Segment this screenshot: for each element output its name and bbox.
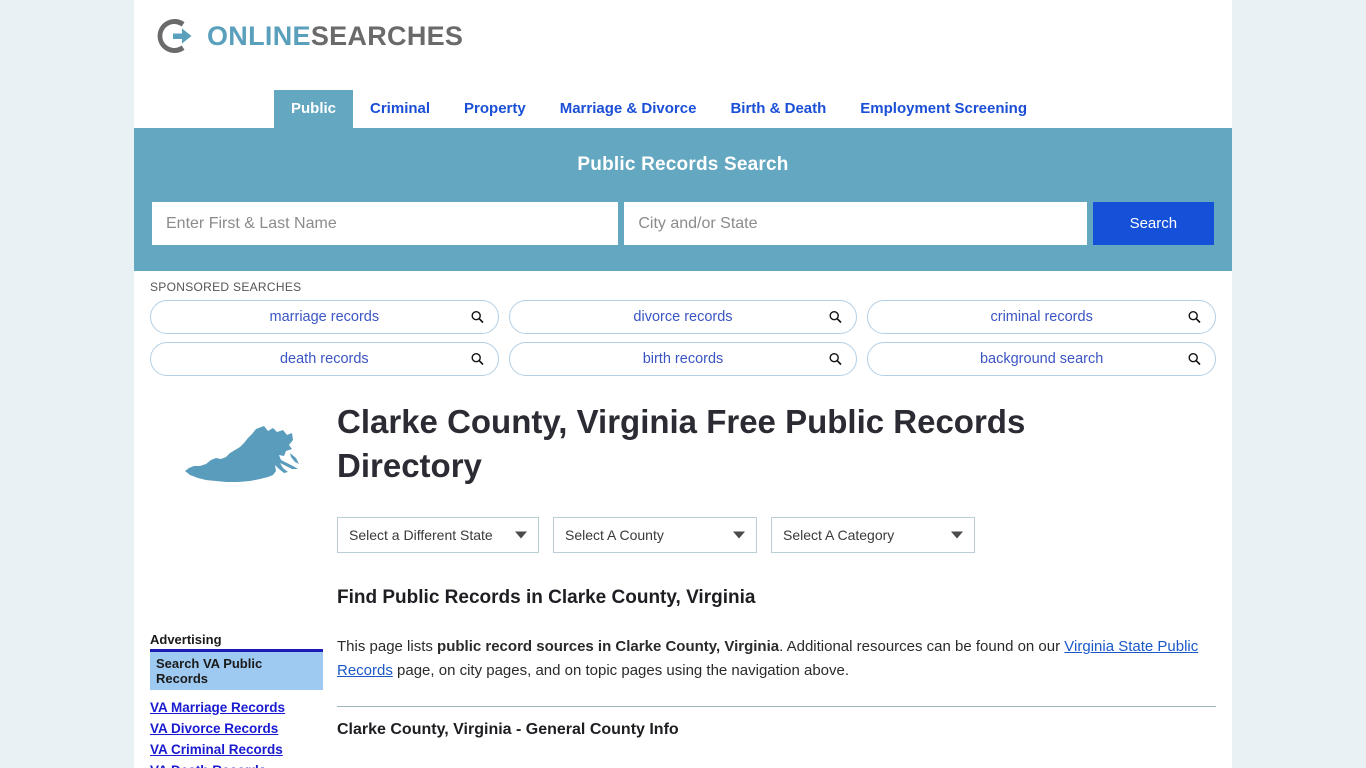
search-icon [829,352,842,366]
tab-public[interactable]: Public [274,90,354,128]
page-root: ONLINESEARCHES Public Criminal Property … [0,0,1366,768]
advertising-label: Advertising [150,632,222,647]
sponsored-searches-label: SPONSORED SEARCHES [150,280,302,294]
ad-header-search-va-public-records[interactable]: Search VA Public Records [150,652,323,690]
public-records-search-band: Public Records Search Search [134,128,1232,271]
sponsored-pill-death-records[interactable]: death records [150,342,499,376]
select-category-dropdown[interactable]: Select A Category [771,517,975,554]
chevron-down-icon [733,531,745,539]
select-state-value: Select a Different State [349,527,493,544]
select-county-dropdown[interactable]: Select A County [553,517,757,554]
tab-property[interactable]: Property [447,90,543,128]
ad-link-va-criminal-records[interactable]: VA Criminal Records [150,742,323,757]
select-county-value: Select A County [565,527,664,544]
tab-employment-screening[interactable]: Employment Screening [843,90,1044,128]
page-body: Advertising Search VA Public Records VA … [134,382,1232,768]
left-sidebar: Advertising Search VA Public Records VA … [150,382,323,768]
sponsored-pill-grid: marriage records divorce records crimina… [150,300,1216,376]
chevron-down-icon [515,531,527,539]
chevron-down-icon [951,531,963,539]
sponsored-pill-label: background search [979,351,1104,367]
main-content: Clarke County, Virginia Free Public Reco… [323,382,1216,768]
circle-arrow-logo-icon [154,14,198,58]
tab-birth-death[interactable]: Birth & Death [713,90,843,128]
search-band-title: Public Records Search [577,154,789,175]
intro-bold-source: public record sources in Clarke County, … [437,638,780,656]
ad-link-list: VA Marriage Records VA Divorce Records V… [150,700,323,768]
search-icon [829,310,842,324]
sponsored-pill-label: marriage records [269,309,380,325]
intro-text-part2: . Additional resources can be found on o… [779,638,1065,656]
sponsored-pill-divorce-records[interactable]: divorce records [508,300,858,334]
page-title: Clarke County, Virginia Free Public Reco… [337,403,1026,485]
subsection-heading-general-county-info: Clarke County, Virginia - General County… [337,720,679,738]
virginia-state-map-icon [180,422,323,507]
search-icon [1188,352,1201,366]
sponsored-searches: SPONSORED SEARCHES marriage records divo… [134,271,1232,382]
content-container: ONLINESEARCHES Public Criminal Property … [134,0,1232,768]
sponsored-pill-criminal-records[interactable]: criminal records [867,300,1216,334]
ad-link-va-divorce-records[interactable]: VA Divorce Records [150,721,323,736]
tab-marriage-divorce[interactable]: Marriage & Divorce [543,90,714,128]
sponsored-pill-label: death records [279,351,369,367]
search-form: Search [152,202,1214,245]
sponsored-pill-label: criminal records [990,309,1093,325]
tab-criminal[interactable]: Criminal [353,90,447,128]
intro-text-part3: page, on city pages, and on topic pages … [392,662,850,680]
content-divider [337,705,1216,707]
sponsored-pill-background-search[interactable]: background search [867,342,1216,376]
search-icon [471,352,484,366]
sponsored-pill-birth-records[interactable]: birth records [508,342,858,376]
main-navigation: Public Criminal Property Marriage & Divo… [134,83,1232,128]
search-icon [471,310,484,324]
filter-selects: Select a Different State Select A County… [337,517,1216,554]
search-submit-button[interactable]: Search [1092,202,1214,245]
logo[interactable]: ONLINESEARCHES [154,14,1232,58]
search-icon [1188,310,1201,324]
sponsored-pill-marriage-records[interactable]: marriage records [150,300,499,334]
sponsored-pill-label: divorce records [633,309,733,325]
intro-paragraph: This page lists public record sources in… [337,635,1212,682]
site-header: ONLINESEARCHES [134,0,1232,83]
ad-link-va-marriage-records[interactable]: VA Marriage Records [150,700,323,715]
logo-word-searches: SEARCHES [310,20,464,51]
sponsored-pill-label: birth records [642,351,724,367]
logo-wordmark: ONLINESEARCHES [207,20,464,51]
intro-text-part1: This page lists [337,638,438,656]
select-state-dropdown[interactable]: Select a Different State [337,517,539,554]
section-heading: Find Public Records in Clarke County, Vi… [337,587,756,609]
location-search-input[interactable] [624,202,1087,245]
ad-link-va-death-records[interactable]: VA Death Records [150,763,323,768]
logo-word-online: ONLINE [207,20,311,51]
name-search-input[interactable] [152,202,619,245]
select-category-value: Select A Category [783,527,895,544]
